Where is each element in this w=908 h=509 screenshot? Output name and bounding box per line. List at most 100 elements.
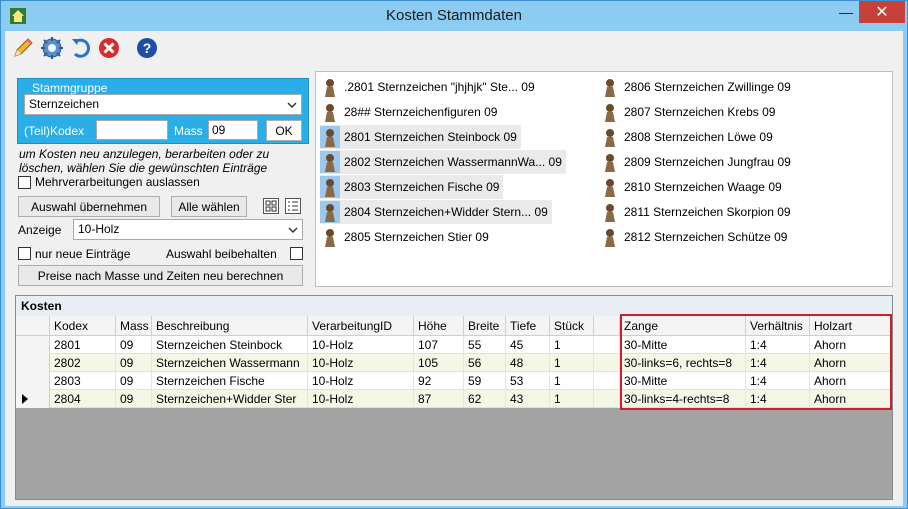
column-header[interactable]: Kodex <box>50 316 116 336</box>
mehrverarbeitungen-checkbox[interactable] <box>18 176 31 189</box>
table-cell[interactable]: 55 <box>464 336 506 354</box>
table-cell[interactable]: 2803 <box>50 372 116 390</box>
column-header[interactable]: Tiefe <box>506 316 550 336</box>
help-icon[interactable]: ? <box>135 36 159 60</box>
column-header[interactable]: VerarbeitungID <box>308 316 414 336</box>
table-cell[interactable]: 30-Mitte <box>620 336 746 354</box>
table-cell[interactable]: Sternzeichen+Widder Ster <box>152 390 308 408</box>
row-header[interactable] <box>16 354 50 372</box>
table-cell[interactable]: 10-Holz <box>308 354 414 372</box>
table-cell[interactable]: 1 <box>550 372 594 390</box>
table-cell[interactable]: 10-Holz <box>308 336 414 354</box>
list-view-icon[interactable] <box>285 198 301 214</box>
column-header[interactable]: Beschreibung <box>152 316 308 336</box>
column-header[interactable]: Holzart <box>810 316 892 336</box>
mass-input[interactable]: 09 <box>208 120 258 140</box>
table-row[interactable]: 2802 09 Sternzeichen Wassermann 10-Holz 105 5… <box>16 354 892 372</box>
table-cell[interactable]: 105 <box>414 354 464 372</box>
preise-neu-berechnen-button[interactable]: Preise nach Masse und Zeiten neu berechn… <box>18 265 303 286</box>
table-cell[interactable]: 10-Holz <box>308 372 414 390</box>
pencil-icon[interactable] <box>11 36 35 60</box>
table-cell[interactable]: 107 <box>414 336 464 354</box>
entries-list[interactable]: .2801 Sternzeichen "jhjhjk" Ste... 09 28#… <box>315 71 893 287</box>
table-cell[interactable]: 30-links=6, rechts=8 <box>620 354 746 372</box>
table-cell[interactable]: 1:4 <box>746 372 810 390</box>
table-cell[interactable]: 1 <box>550 336 594 354</box>
anzeige-select[interactable]: 10-Holz <box>73 219 303 240</box>
table-cell[interactable]: 92 <box>414 372 464 390</box>
table-cell[interactable]: Ahorn <box>810 390 892 408</box>
stammgruppe-select[interactable]: Sternzeichen <box>24 94 302 115</box>
table-cell[interactable]: 48 <box>506 354 550 372</box>
table-cell[interactable]: 1:4 <box>746 354 810 372</box>
list-item[interactable]: 2809 Sternzeichen Jungfrau 09 <box>600 150 795 174</box>
table-cell[interactable] <box>594 354 620 372</box>
row-header[interactable] <box>16 390 50 408</box>
table-cell[interactable]: Sternzeichen Steinbock <box>152 336 308 354</box>
column-header[interactable]: Höhe <box>414 316 464 336</box>
list-item[interactable]: 2811 Sternzeichen Skorpion 09 <box>600 200 795 224</box>
auswahl-beibehalten-checkbox[interactable] <box>290 247 303 260</box>
gear-icon[interactable] <box>40 36 64 60</box>
auswahl-uebernehmen-button[interactable]: Auswahl übernehmen <box>18 196 160 217</box>
table-cell[interactable]: 43 <box>506 390 550 408</box>
table-cell[interactable]: 2802 <box>50 354 116 372</box>
table-cell[interactable]: 87 <box>414 390 464 408</box>
column-header[interactable]: Zange <box>620 316 746 336</box>
table-cell[interactable]: 09 <box>116 354 152 372</box>
list-item[interactable]: 2807 Sternzeichen Krebs 09 <box>600 100 779 124</box>
list-item[interactable]: 2802 Sternzeichen WassermannWa... 09 <box>320 150 566 174</box>
table-cell[interactable]: 1 <box>550 354 594 372</box>
minimize-button[interactable]: — <box>831 1 861 23</box>
table-cell[interactable]: 1 <box>550 390 594 408</box>
table-row[interactable]: 2803 09 Sternzeichen Fische 10-Holz 92 59 53 1 3… <box>16 372 892 390</box>
table-cell[interactable]: 10-Holz <box>308 390 414 408</box>
list-item[interactable]: 2804 Sternzeichen+Widder Stern... 09 <box>320 200 552 224</box>
list-item[interactable]: 2805 Sternzeichen Stier 09 <box>320 225 493 249</box>
row-header[interactable] <box>16 336 50 354</box>
table-cell[interactable]: Sternzeichen Wassermann <box>152 354 308 372</box>
list-item[interactable]: 2810 Sternzeichen Waage 09 <box>600 175 786 199</box>
row-header[interactable] <box>16 372 50 390</box>
table-cell[interactable]: 30-Mitte <box>620 372 746 390</box>
table-cell[interactable]: 1:4 <box>746 390 810 408</box>
table-cell[interactable]: 1:4 <box>746 336 810 354</box>
ok-button[interactable]: OK <box>266 120 302 141</box>
list-item[interactable]: 2806 Sternzeichen Zwillinge 09 <box>600 75 795 99</box>
kodex-input[interactable] <box>96 120 168 140</box>
list-item[interactable]: .2801 Sternzeichen "jhjhjk" Ste... 09 <box>320 75 539 99</box>
table-cell[interactable]: 09 <box>116 336 152 354</box>
nur-neue-checkbox[interactable] <box>18 247 31 260</box>
list-item[interactable]: 2801 Sternzeichen Steinbock 09 <box>320 125 521 149</box>
table-cell[interactable]: 30-links=4-rechts=8 <box>620 390 746 408</box>
close-window-button[interactable]: ✕ <box>859 1 905 23</box>
column-header[interactable] <box>594 316 620 336</box>
table-cell[interactable]: Sternzeichen Fische <box>152 372 308 390</box>
undo-icon[interactable] <box>69 36 93 60</box>
list-item[interactable]: 2812 Sternzeichen Schütze 09 <box>600 225 791 249</box>
table-cell[interactable] <box>594 372 620 390</box>
column-header[interactable]: Mass <box>116 316 152 336</box>
table-cell[interactable]: 2801 <box>50 336 116 354</box>
table-cell[interactable]: Ahorn <box>810 336 892 354</box>
table-cell[interactable]: Ahorn <box>810 372 892 390</box>
column-header[interactable]: Stück <box>550 316 594 336</box>
column-header[interactable]: Verhältnis <box>746 316 810 336</box>
alle-waehlen-button[interactable]: Alle wählen <box>171 196 247 217</box>
column-header[interactable]: Breite <box>464 316 506 336</box>
grid-view-icon[interactable] <box>263 198 279 214</box>
table-cell[interactable]: 53 <box>506 372 550 390</box>
table-cell[interactable]: 09 <box>116 390 152 408</box>
table-cell[interactable] <box>594 336 620 354</box>
list-item[interactable]: 2808 Sternzeichen Löwe 09 <box>600 125 777 149</box>
table-cell[interactable]: 56 <box>464 354 506 372</box>
list-item[interactable]: 2803 Sternzeichen Fische 09 <box>320 175 504 199</box>
cancel-icon[interactable] <box>97 36 121 60</box>
table-row[interactable]: 2804 09 Sternzeichen+Widder Ster 10-Holz 87 6… <box>16 390 892 408</box>
table-cell[interactable]: Ahorn <box>810 354 892 372</box>
table-cell[interactable]: 59 <box>464 372 506 390</box>
table-cell[interactable] <box>594 390 620 408</box>
list-item[interactable]: 28## Sternzeichenfiguren 09 <box>320 100 501 124</box>
table-cell[interactable]: 45 <box>506 336 550 354</box>
table-cell[interactable]: 09 <box>116 372 152 390</box>
